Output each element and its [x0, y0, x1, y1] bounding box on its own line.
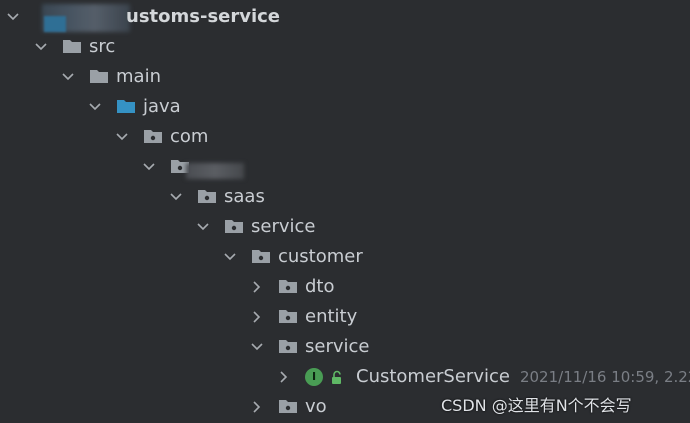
package-icon — [279, 340, 297, 353]
tree-row-redacted-package[interactable] — [0, 152, 690, 182]
tree-row-customer[interactable]: customer — [0, 242, 690, 272]
package-icon — [144, 130, 162, 143]
file-name: CustomerService — [356, 366, 510, 387]
tree-label-main: main — [116, 66, 161, 87]
chevron-down-icon[interactable] — [115, 122, 129, 152]
file-meta: 2021/11/16 10:59, 2.22 k — [519, 368, 690, 386]
chevron-down-icon[interactable] — [88, 92, 102, 122]
tree-label-service-package: service — [305, 336, 370, 357]
tree-row-java[interactable]: java — [0, 92, 690, 122]
tree-row-customer-service[interactable]: I CustomerService 2021/11/16 10:59, 2.22 … — [0, 362, 690, 392]
chevron-right-icon[interactable] — [250, 302, 264, 332]
chevron-right-icon[interactable] — [250, 392, 264, 422]
interface-icon: I — [305, 368, 323, 386]
chevron-down-icon[interactable] — [169, 182, 183, 212]
csdn-watermark: CSDN @这里有N个不会写 — [441, 396, 632, 415]
folder-icon — [90, 70, 108, 83]
tree-label-project: ustoms-service — [126, 6, 281, 27]
tree-row-src[interactable]: src — [0, 32, 690, 62]
folder-icon — [63, 40, 81, 53]
tree-label-service: service — [251, 216, 316, 237]
package-icon — [225, 220, 243, 233]
package-icon — [252, 250, 270, 263]
package-icon — [279, 310, 297, 323]
chevron-down-icon[interactable] — [34, 32, 48, 62]
chevron-down-icon[interactable] — [223, 242, 237, 272]
chevron-down-icon[interactable] — [61, 62, 75, 92]
unlock-icon — [332, 370, 341, 384]
chevron-right-icon[interactable] — [277, 362, 291, 392]
tree-label-customer: customer — [278, 246, 363, 267]
chevron-down-icon[interactable] — [196, 212, 210, 242]
tree-label-saas: saas — [224, 186, 265, 207]
chevron-down-icon[interactable] — [6, 2, 20, 32]
redacted-package-name — [186, 163, 244, 179]
tree-row-com[interactable]: com — [0, 122, 690, 152]
tree-label-com: com — [170, 126, 209, 147]
tree-row-project[interactable]: ustoms-service — [0, 2, 690, 32]
module-icon — [44, 16, 66, 32]
tree-label-dto: dto — [305, 276, 335, 297]
chevron-down-icon[interactable] — [142, 152, 156, 182]
tree-label-customer-service: CustomerService 2021/11/16 10:59, 2.22 k — [356, 362, 690, 392]
tree-row-main[interactable]: main — [0, 62, 690, 92]
package-icon — [279, 400, 297, 413]
source-folder-icon — [117, 100, 135, 113]
tree-row-entity[interactable]: entity — [0, 302, 690, 332]
tree-row-dto[interactable]: dto — [0, 272, 690, 302]
tree-label-src: src — [89, 36, 116, 57]
tree-label-entity: entity — [305, 306, 358, 327]
chevron-right-icon[interactable] — [250, 272, 264, 302]
tree-row-vo[interactable]: vo — [0, 392, 420, 422]
tree-row-saas[interactable]: saas — [0, 182, 690, 212]
project-tree: ustoms-service src main java com saas se… — [0, 0, 690, 423]
package-icon — [279, 280, 297, 293]
chevron-down-icon[interactable] — [250, 332, 264, 362]
tree-row-service[interactable]: service — [0, 212, 690, 242]
tree-row-service-package[interactable]: service — [0, 332, 690, 362]
tree-label-vo: vo — [305, 396, 327, 417]
package-icon — [198, 190, 216, 203]
tree-label-java: java — [143, 96, 181, 117]
